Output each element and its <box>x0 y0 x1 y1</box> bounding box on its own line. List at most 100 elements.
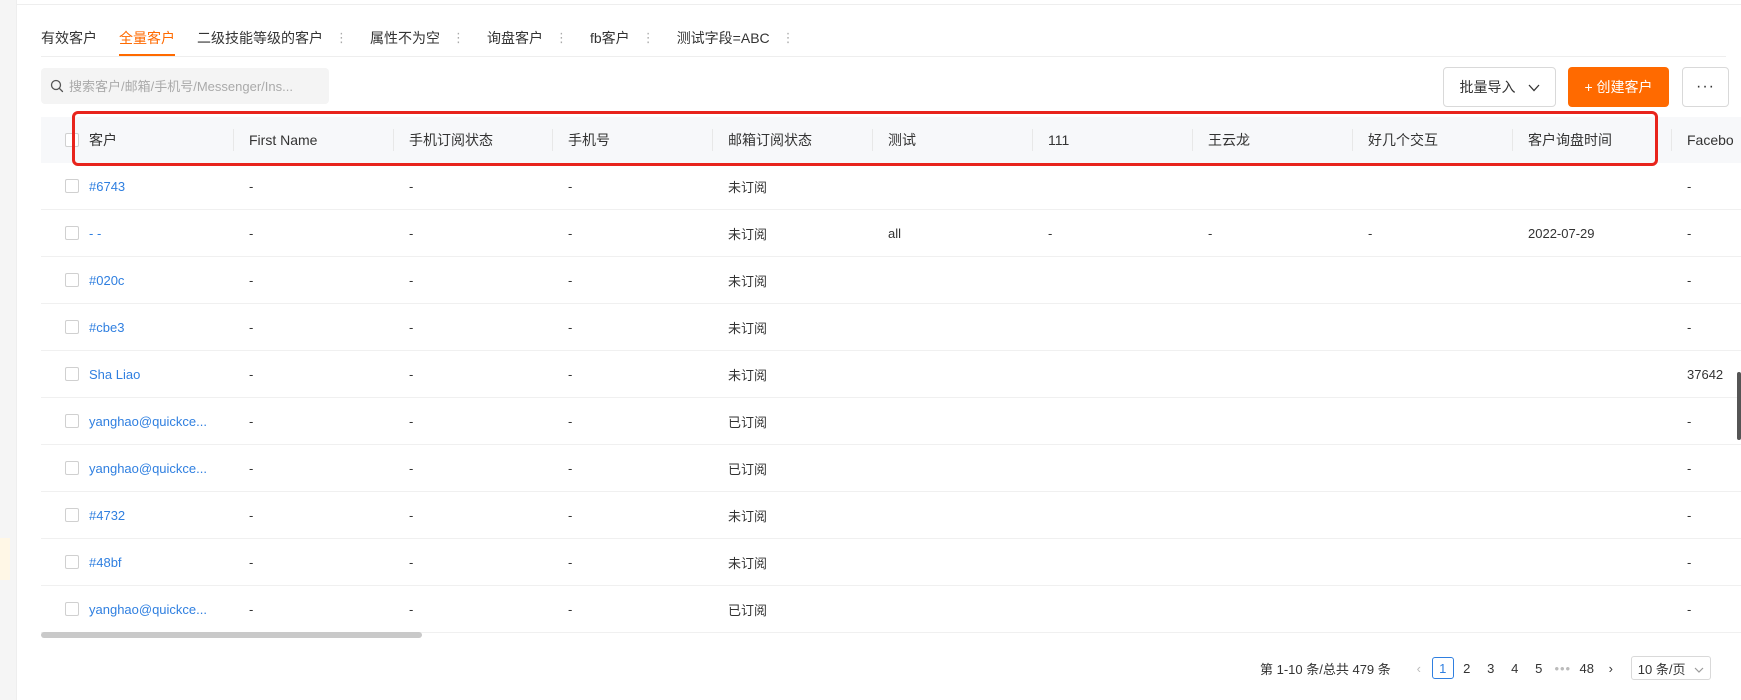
customer-link[interactable]: #4732 <box>89 508 219 523</box>
vertical-scrollbar-thumb[interactable] <box>1737 372 1741 440</box>
table-cell: - <box>249 366 254 382</box>
customer-link[interactable]: #48bf <box>89 555 219 570</box>
more-actions-button[interactable]: ··· <box>1682 67 1729 107</box>
table-cell: - <box>1687 554 1692 570</box>
table-cell: - <box>568 413 573 429</box>
table-body: #6743 - - - 未订阅 - - - - - - 未订阅 all - - - 2022-07-29 - #0… <box>41 163 1741 633</box>
column-divider[interactable] <box>1512 129 1513 151</box>
table-row[interactable]: #cbe3 - - - 未订阅 - <box>41 304 1741 351</box>
column-divider[interactable] <box>1352 129 1353 151</box>
page-number[interactable]: 1 <box>1431 657 1454 679</box>
table-cell: - <box>249 319 254 335</box>
table-row[interactable]: #020c - - - 未订阅 - <box>41 257 1741 304</box>
horizontal-scrollbar[interactable] <box>41 632 1726 638</box>
page: 有效客户 全量客户 二级技能等级的客户 ⋮ 属性不为空 ⋮ 询盘客户 ⋮ fb客户 ⋮ 测试字段=A… <box>0 0 1741 700</box>
kebab-menu-icon[interactable]: ⋮ <box>452 30 465 46</box>
tab-5[interactable]: fb客户 ⋮ <box>590 20 655 56</box>
tabs-divider <box>41 56 1726 57</box>
tab-2[interactable]: 二级技能等级的客户 ⋮ <box>197 20 348 56</box>
search-input[interactable] <box>69 78 319 94</box>
table-row[interactable]: #4732 - - - 未订阅 - <box>41 492 1741 539</box>
customer-link[interactable]: - - <box>89 226 219 241</box>
table-cell: - <box>568 178 573 194</box>
tab-1[interactable]: 全量客户 <box>119 20 175 56</box>
sidebar-active-marker <box>0 538 10 580</box>
column-header: 手机订阅状态 <box>409 132 493 148</box>
page-number[interactable]: 48 <box>1576 657 1598 679</box>
column-divider[interactable] <box>712 129 713 151</box>
scrollbar-thumb[interactable] <box>41 632 422 638</box>
row-checkbox[interactable] <box>65 602 79 616</box>
tab-0[interactable]: 有效客户 <box>41 20 97 56</box>
batch-import-button[interactable]: 批量导入 <box>1443 67 1556 107</box>
table-cell: - <box>409 366 414 382</box>
column-divider[interactable] <box>1192 129 1193 151</box>
column-divider[interactable] <box>393 129 394 151</box>
row-checkbox[interactable] <box>65 555 79 569</box>
row-checkbox[interactable] <box>65 273 79 287</box>
table-cell: - <box>409 460 414 476</box>
customer-link[interactable]: yanghao@quickce... <box>89 414 219 429</box>
create-customer-button[interactable]: + 创建客户 <box>1568 67 1669 107</box>
kebab-menu-icon[interactable]: ⋮ <box>782 30 795 46</box>
table-cell: - <box>409 601 414 617</box>
customer-link[interactable]: #6743 <box>89 179 219 194</box>
table-row[interactable]: #6743 - - - 未订阅 - <box>41 163 1741 210</box>
column-divider[interactable] <box>233 129 234 151</box>
table-cell: - <box>1687 319 1692 335</box>
page-number[interactable]: 2 <box>1456 657 1478 679</box>
kebab-menu-icon[interactable]: ⋮ <box>555 30 568 46</box>
tab-label: 有效客户 <box>41 30 97 46</box>
tab-label: fb客户 <box>590 30 630 46</box>
row-checkbox[interactable] <box>65 226 79 240</box>
table-cell: - <box>568 225 573 241</box>
row-checkbox[interactable] <box>65 179 79 193</box>
row-checkbox[interactable] <box>65 367 79 381</box>
table-row[interactable]: yanghao@quickce... - - - 已订阅 - <box>41 398 1741 445</box>
table-cell: - <box>409 319 414 335</box>
tab-6[interactable]: 测试字段=ABC ⋮ <box>677 20 795 56</box>
tab-label: 询盘客户 <box>487 30 543 46</box>
kebab-menu-icon[interactable]: ⋮ <box>642 30 655 46</box>
page-number[interactable]: 3 <box>1480 657 1502 679</box>
table-cell: - <box>409 272 414 288</box>
pagination-total: 第 1-10 条/总共 479 条 <box>1260 661 1391 677</box>
table-row[interactable]: yanghao@quickce... - - - 已订阅 - <box>41 445 1741 492</box>
table-row[interactable]: yanghao@quickce... - - - 已订阅 - <box>41 586 1741 633</box>
row-checkbox[interactable] <box>65 414 79 428</box>
table-cell: - <box>1687 178 1692 194</box>
select-all-checkbox[interactable] <box>65 133 79 147</box>
column-divider[interactable] <box>872 129 873 151</box>
page-number[interactable]: 4 <box>1504 657 1526 679</box>
table-row[interactable]: - - - - - 未订阅 all - - - 2022-07-29 - <box>41 210 1741 257</box>
column-divider[interactable] <box>1671 129 1672 151</box>
search-box[interactable] <box>41 68 329 104</box>
page-size-label: 10 条/页 <box>1637 661 1686 677</box>
tab-label: 测试字段=ABC <box>676 30 770 46</box>
table-row[interactable]: #48bf - - - 未订阅 - <box>41 539 1741 586</box>
column-divider[interactable] <box>1032 129 1033 151</box>
customer-link[interactable]: #020c <box>89 273 219 288</box>
customer-link[interactable]: #cbe3 <box>89 320 219 335</box>
table-cell: - <box>568 366 573 382</box>
pagination: 第 1-10 条/总共 479 条 ‹ 1 2 3 4 5 ••• 48 › 10 条/页 <box>1260 656 1711 680</box>
table-row[interactable]: Sha Liao - - - 未订阅 37642 <box>41 351 1741 398</box>
page-ellipsis[interactable]: ••• <box>1552 657 1574 679</box>
customer-link[interactable]: yanghao@quickce... <box>89 602 219 617</box>
row-checkbox[interactable] <box>65 320 79 334</box>
tab-4[interactable]: 询盘客户 ⋮ <box>487 20 568 56</box>
prev-page-icon[interactable]: ‹ <box>1408 657 1430 679</box>
page-size-select[interactable]: 10 条/页 <box>1630 656 1711 680</box>
column-header: 测试 <box>888 132 916 148</box>
row-checkbox[interactable] <box>65 461 79 475</box>
next-page-icon[interactable]: › <box>1600 657 1622 679</box>
column-header: 邮箱订阅状态 <box>728 132 812 148</box>
page-number[interactable]: 5 <box>1528 657 1550 679</box>
customer-link[interactable]: yanghao@quickce... <box>89 461 219 476</box>
table-cell: - <box>249 601 254 617</box>
customer-link[interactable]: Sha Liao <box>89 367 219 382</box>
tab-3[interactable]: 属性不为空 ⋮ <box>370 20 465 56</box>
column-divider[interactable] <box>552 129 553 151</box>
kebab-menu-icon[interactable]: ⋮ <box>335 30 348 46</box>
row-checkbox[interactable] <box>65 508 79 522</box>
